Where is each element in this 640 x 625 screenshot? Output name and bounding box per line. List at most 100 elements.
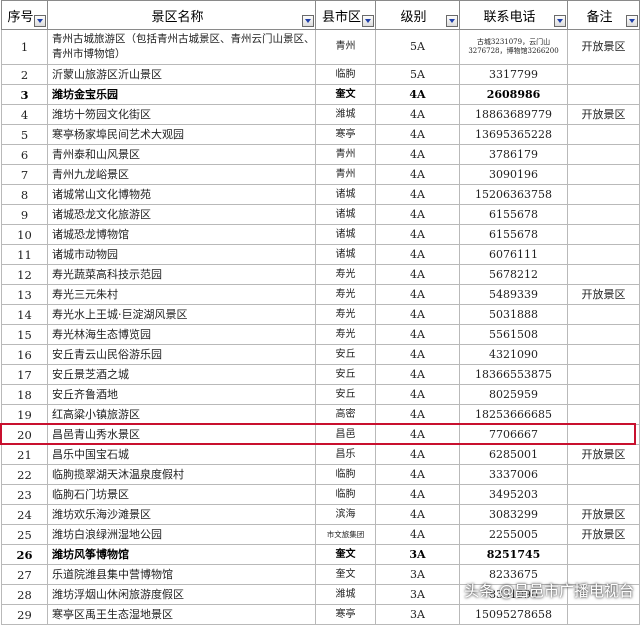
- seq-cell[interactable]: 20: [1, 424, 48, 445]
- city-cell[interactable]: 昌乐: [315, 444, 376, 465]
- name-cell[interactable]: 潍坊风筝博物馆: [47, 544, 316, 565]
- table-row[interactable]: 22 临朐揽翠湖天沐温泉度假村 临朐 4A 3337006: [1, 464, 640, 485]
- phone-cell[interactable]: 15095278658: [459, 604, 568, 625]
- level-cell[interactable]: 4A: [375, 184, 460, 205]
- table-row[interactable]: 24 潍坊欢乐海沙滩景区 滨海 4A 3083299 开放景区: [1, 504, 640, 525]
- city-cell[interactable]: 寿光: [315, 304, 376, 325]
- phone-cell[interactable]: 5031888: [459, 304, 568, 325]
- note-cell[interactable]: 开放景区: [567, 104, 640, 125]
- phone-cell[interactable]: 18366553875: [459, 364, 568, 385]
- phone-cell[interactable]: 3495203: [459, 484, 568, 505]
- note-cell[interactable]: [567, 304, 640, 325]
- filter-dropdown-button[interactable]: [362, 15, 374, 27]
- table-row[interactable]: 9 诸城恐龙文化旅游区 诸城 4A 6155678: [1, 204, 640, 225]
- seq-cell[interactable]: 4: [1, 104, 48, 125]
- note-cell[interactable]: [567, 204, 640, 225]
- city-cell[interactable]: 青州: [315, 144, 376, 165]
- city-cell[interactable]: 奎文: [315, 544, 376, 565]
- table-row[interactable]: 1 青州古城旅游区（包括青州古城景区、青州云门山景区、青州市博物馆） 青州 5A 古城3…: [1, 29, 640, 65]
- city-cell[interactable]: 临朐: [315, 64, 376, 85]
- seq-cell[interactable]: 17: [1, 364, 48, 385]
- note-cell[interactable]: [567, 244, 640, 265]
- seq-cell[interactable]: 21: [1, 444, 48, 465]
- table-row[interactable]: 7 青州九龙峪景区 青州 4A 3090196: [1, 164, 640, 185]
- seq-cell[interactable]: 16: [1, 344, 48, 365]
- phone-cell[interactable]: 7706667: [459, 424, 568, 445]
- phone-cell[interactable]: 古城3231079，云门山3276728，博物馆3266200: [459, 29, 568, 65]
- level-cell[interactable]: 4A: [375, 304, 460, 325]
- level-cell[interactable]: 4A: [375, 484, 460, 505]
- seq-cell[interactable]: 14: [1, 304, 48, 325]
- city-cell[interactable]: 诸城: [315, 184, 376, 205]
- name-cell[interactable]: 诸城常山文化博物苑: [47, 184, 316, 205]
- phone-cell[interactable]: 6155678: [459, 224, 568, 245]
- seq-cell[interactable]: 19: [1, 404, 48, 425]
- table-row[interactable]: 29 寒亭区禹王生态湿地景区 寒亭 3A 15095278658: [1, 604, 640, 625]
- level-cell[interactable]: 4A: [375, 84, 460, 105]
- level-cell[interactable]: 3A: [375, 564, 460, 585]
- name-cell[interactable]: 寒亭杨家埠民间艺术大观园: [47, 124, 316, 145]
- city-cell[interactable]: 临朐: [315, 464, 376, 485]
- phone-cell[interactable]: 8025959: [459, 384, 568, 405]
- city-cell[interactable]: 诸城: [315, 224, 376, 245]
- name-cell[interactable]: 寿光林海生态博览园: [47, 324, 316, 345]
- seq-cell[interactable]: 15: [1, 324, 48, 345]
- name-cell[interactable]: 潍坊浮烟山休闲旅游度假区: [47, 584, 316, 605]
- table-row[interactable]: 8 诸城常山文化博物苑 诸城 4A 15206363758: [1, 184, 640, 205]
- city-cell[interactable]: 安丘: [315, 344, 376, 365]
- phone-cell[interactable]: 3317799: [459, 64, 568, 85]
- name-cell[interactable]: 乐道院潍县集中营博物馆: [47, 564, 316, 585]
- seq-cell[interactable]: 26: [1, 544, 48, 565]
- table-row[interactable]: 12 寿光蔬菜高科技示范园 寿光 4A 5678212: [1, 264, 640, 285]
- name-cell[interactable]: 青州泰和山风景区: [47, 144, 316, 165]
- level-cell[interactable]: 4A: [375, 284, 460, 305]
- city-cell[interactable]: 潍城: [315, 104, 376, 125]
- note-cell[interactable]: 开放景区: [567, 284, 640, 305]
- level-cell[interactable]: 3A: [375, 604, 460, 625]
- city-cell[interactable]: 临朐: [315, 484, 376, 505]
- seq-cell[interactable]: 24: [1, 504, 48, 525]
- city-cell[interactable]: 青州: [315, 164, 376, 185]
- phone-cell[interactable]: 6155678: [459, 204, 568, 225]
- level-cell[interactable]: 4A: [375, 364, 460, 385]
- table-row[interactable]: 6 青州泰和山风景区 青州 4A 3786179: [1, 144, 640, 165]
- city-cell[interactable]: 高密: [315, 404, 376, 425]
- seq-cell[interactable]: 27: [1, 564, 48, 585]
- phone-cell[interactable]: 6285001: [459, 444, 568, 465]
- table-row[interactable]: 2 沂蒙山旅游区沂山景区 临朐 5A 3317799: [1, 64, 640, 85]
- note-cell[interactable]: [567, 64, 640, 85]
- level-cell[interactable]: 4A: [375, 104, 460, 125]
- level-cell[interactable]: 4A: [375, 504, 460, 525]
- name-cell[interactable]: 安丘青云山民俗游乐园: [47, 344, 316, 365]
- table-row[interactable]: 16 安丘青云山民俗游乐园 安丘 4A 4321090: [1, 344, 640, 365]
- table-row[interactable]: 5 寒亭杨家埠民间艺术大观园 寒亭 4A 13695365228: [1, 124, 640, 145]
- phone-cell[interactable]: 5561508: [459, 324, 568, 345]
- level-cell[interactable]: 3A: [375, 544, 460, 565]
- phone-cell[interactable]: 8251745: [459, 544, 568, 565]
- note-cell[interactable]: [567, 404, 640, 425]
- city-cell[interactable]: 安丘: [315, 364, 376, 385]
- table-row[interactable]: 11 诸城市动物园 诸城 4A 6076111: [1, 244, 640, 265]
- note-cell[interactable]: [567, 484, 640, 505]
- table-row[interactable]: 26 潍坊风筝博物馆 奎文 3A 8251745: [1, 544, 640, 565]
- name-cell[interactable]: 临朐石门坊景区: [47, 484, 316, 505]
- level-cell[interactable]: 4A: [375, 424, 460, 445]
- name-cell[interactable]: 青州古城旅游区（包括青州古城景区、青州云门山景区、青州市博物馆）: [47, 29, 316, 65]
- note-cell[interactable]: [567, 144, 640, 165]
- level-cell[interactable]: 4A: [375, 164, 460, 185]
- level-cell[interactable]: 4A: [375, 204, 460, 225]
- level-cell[interactable]: 4A: [375, 344, 460, 365]
- city-cell[interactable]: 奎文: [315, 84, 376, 105]
- city-cell[interactable]: 青州: [315, 29, 376, 65]
- name-cell[interactable]: 昌邑青山秀水景区: [47, 424, 316, 445]
- level-cell[interactable]: 4A: [375, 224, 460, 245]
- filter-dropdown-button[interactable]: [34, 15, 46, 27]
- seq-cell[interactable]: 28: [1, 584, 48, 605]
- seq-cell[interactable]: 9: [1, 204, 48, 225]
- note-cell[interactable]: 开放景区: [567, 29, 640, 65]
- note-cell[interactable]: [567, 344, 640, 365]
- name-cell[interactable]: 潍坊十笏园文化街区: [47, 104, 316, 125]
- name-cell[interactable]: 潍坊白浪绿洲湿地公园: [47, 524, 316, 545]
- note-cell[interactable]: 开放景区: [567, 524, 640, 545]
- seq-cell[interactable]: 25: [1, 524, 48, 545]
